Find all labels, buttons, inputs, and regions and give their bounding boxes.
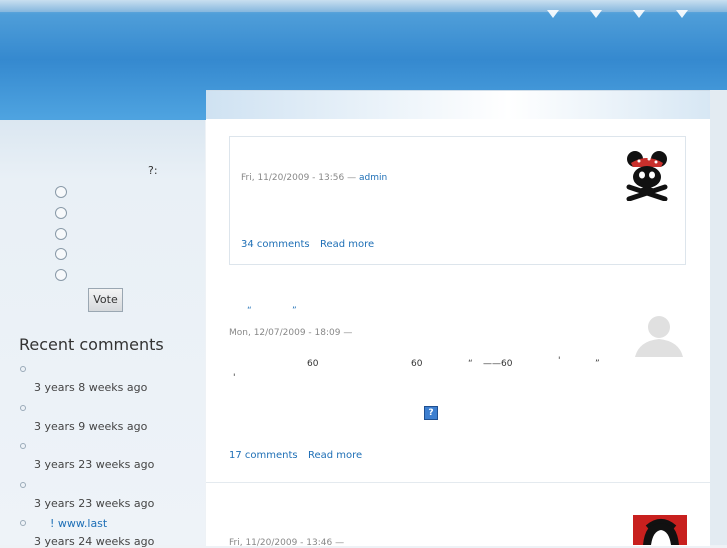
post-meta: Fri, 11/20/2009 - 13:56 — admin: [241, 173, 387, 183]
author-link[interactable]: admin: [359, 173, 387, 183]
list-bullet: [20, 366, 26, 372]
poll-question: ?:: [148, 164, 158, 177]
post-meta: Fri, 11/20/2009 - 13:46 —: [229, 538, 345, 548]
che-avatar: [633, 515, 687, 545]
nav-dropdown-arrow-icon[interactable]: [590, 10, 602, 18]
comments-link[interactable]: 17 comments: [229, 450, 298, 461]
post-card: Fri, 11/20/2009 - 13:56 — admin 34 comme…: [229, 136, 686, 265]
post-body-text: “: [468, 359, 473, 369]
help-icon[interactable]: ?: [424, 406, 438, 420]
main-top-gradient: [206, 91, 710, 119]
list-bullet: [20, 520, 26, 526]
post-body-text: 60: [411, 359, 423, 369]
comment-time: 3 years 9 weeks ago: [34, 420, 148, 433]
comment-time: 3 years 23 weeks ago: [34, 458, 155, 471]
post-title-quote-close[interactable]: ”: [292, 306, 297, 316]
list-bullet: [20, 405, 26, 411]
post-body-text: ': [233, 373, 236, 383]
header-top-strip: [0, 0, 727, 12]
main-right-edge: [710, 90, 727, 545]
poll-option-radio[interactable]: [55, 269, 67, 281]
poll-option-radio[interactable]: [55, 228, 67, 240]
comment-link[interactable]: ! www.last: [50, 517, 107, 530]
nav-dropdown-arrow-icon[interactable]: [633, 10, 645, 18]
post-date: Fri, 11/20/2009 - 13:56 —: [241, 173, 357, 183]
vote-button[interactable]: Vote: [88, 288, 123, 312]
comments-link[interactable]: 34 comments: [241, 239, 310, 250]
post-divider: [206, 482, 710, 483]
read-more-link[interactable]: Read more: [308, 450, 362, 461]
post-body-text: ——60: [483, 359, 513, 369]
poll-option-radio[interactable]: [55, 186, 67, 198]
post-body-text: 60: [307, 359, 319, 369]
read-more-link[interactable]: Read more: [320, 239, 374, 250]
sidebar: [0, 120, 205, 545]
post-body-text: ”: [595, 359, 600, 369]
pirate-mouse-avatar: [626, 151, 668, 201]
post-body-text: ': [558, 356, 561, 366]
comment-time: 3 years 24 weeks ago: [34, 535, 155, 548]
poll-option-radio[interactable]: [55, 248, 67, 260]
list-bullet: [20, 482, 26, 488]
post-title-quote-open[interactable]: “: [247, 306, 252, 316]
nav-dropdown-arrow-icon[interactable]: [547, 10, 559, 18]
poll-option-radio[interactable]: [55, 207, 67, 219]
recent-comments-title: Recent comments: [19, 335, 164, 354]
nav-dropdown-arrow-icon[interactable]: [676, 10, 688, 18]
list-bullet: [20, 443, 26, 449]
comment-time: 3 years 23 weeks ago: [34, 497, 155, 510]
default-user-avatar: [633, 309, 685, 357]
comment-time: 3 years 8 weeks ago: [34, 381, 148, 394]
post-meta: Mon, 12/07/2009 - 18:09 —: [229, 328, 353, 338]
